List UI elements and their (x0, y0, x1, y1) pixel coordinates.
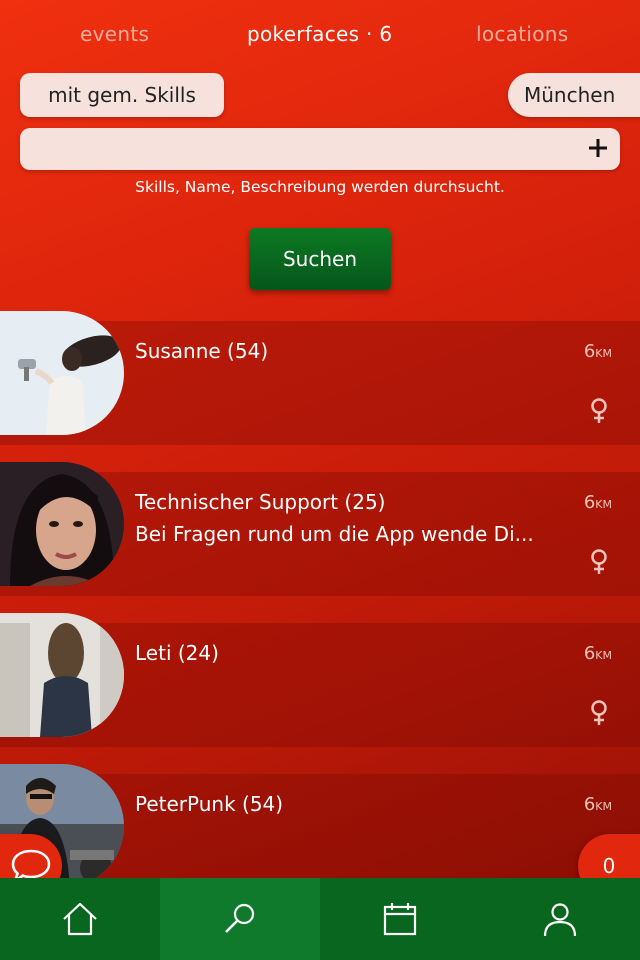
distance-unit: KM (595, 800, 612, 813)
distance-unit: KM (595, 649, 612, 662)
nav-home[interactable] (0, 878, 160, 960)
distance-value: 6 (583, 643, 596, 664)
nav-profile[interactable] (480, 878, 640, 960)
female-icon (591, 398, 607, 423)
distance-label: 6KM (584, 794, 612, 815)
search-button[interactable]: Suchen (249, 228, 391, 290)
search-hint: Skills, Name, Beschreibung werden durchs… (135, 178, 505, 196)
list-item[interactable]: PeterPunk (54) 6KM (0, 764, 640, 898)
avatar[interactable] (0, 462, 124, 586)
distance-value: 6 (583, 492, 596, 513)
distance-label: 6KM (584, 492, 612, 513)
tab-events[interactable]: events (80, 22, 149, 46)
search-input[interactable] (32, 128, 576, 172)
distance-value: 6 (583, 341, 596, 362)
bottom-nav (0, 878, 640, 960)
profile-icon (543, 903, 577, 937)
female-icon (591, 700, 607, 725)
distance-value: 6 (583, 794, 596, 815)
calendar-icon (383, 903, 417, 936)
female-icon (591, 549, 607, 574)
plus-icon[interactable] (586, 136, 610, 160)
tab-locations[interactable]: locations (476, 22, 568, 46)
nav-calendar[interactable] (320, 878, 480, 960)
skills-filter-button[interactable]: mit gem. Skills (20, 73, 224, 117)
nav-search[interactable] (160, 878, 320, 960)
search-icon (225, 903, 255, 933)
distance-label: 6KM (584, 643, 612, 664)
result-name: Susanne (54) (135, 339, 269, 363)
avatar[interactable] (0, 311, 124, 435)
result-description: Bei Fragen rund um die App wende Di... (135, 522, 534, 546)
distance-unit: KM (595, 347, 612, 360)
top-tabs: events pokerfaces · 6 locations (0, 22, 640, 52)
search-field (20, 128, 620, 172)
tab-pokerfaces[interactable]: pokerfaces · 6 (247, 22, 392, 46)
home-icon (63, 902, 97, 936)
distance-unit: KM (595, 498, 612, 511)
result-name: Technischer Support (25) (135, 490, 386, 514)
city-filter-button[interactable]: München (508, 73, 640, 117)
list-item[interactable]: Technischer Support (25) Bei Fragen rund… (0, 462, 640, 596)
distance-label: 6KM (584, 341, 612, 362)
result-name: Leti (24) (135, 641, 219, 665)
list-item[interactable]: Susanne (54) 6KM (0, 311, 640, 445)
result-name: PeterPunk (54) (135, 792, 284, 816)
avatar[interactable] (0, 613, 124, 737)
list-item[interactable]: Leti (24) 6KM (0, 613, 640, 747)
